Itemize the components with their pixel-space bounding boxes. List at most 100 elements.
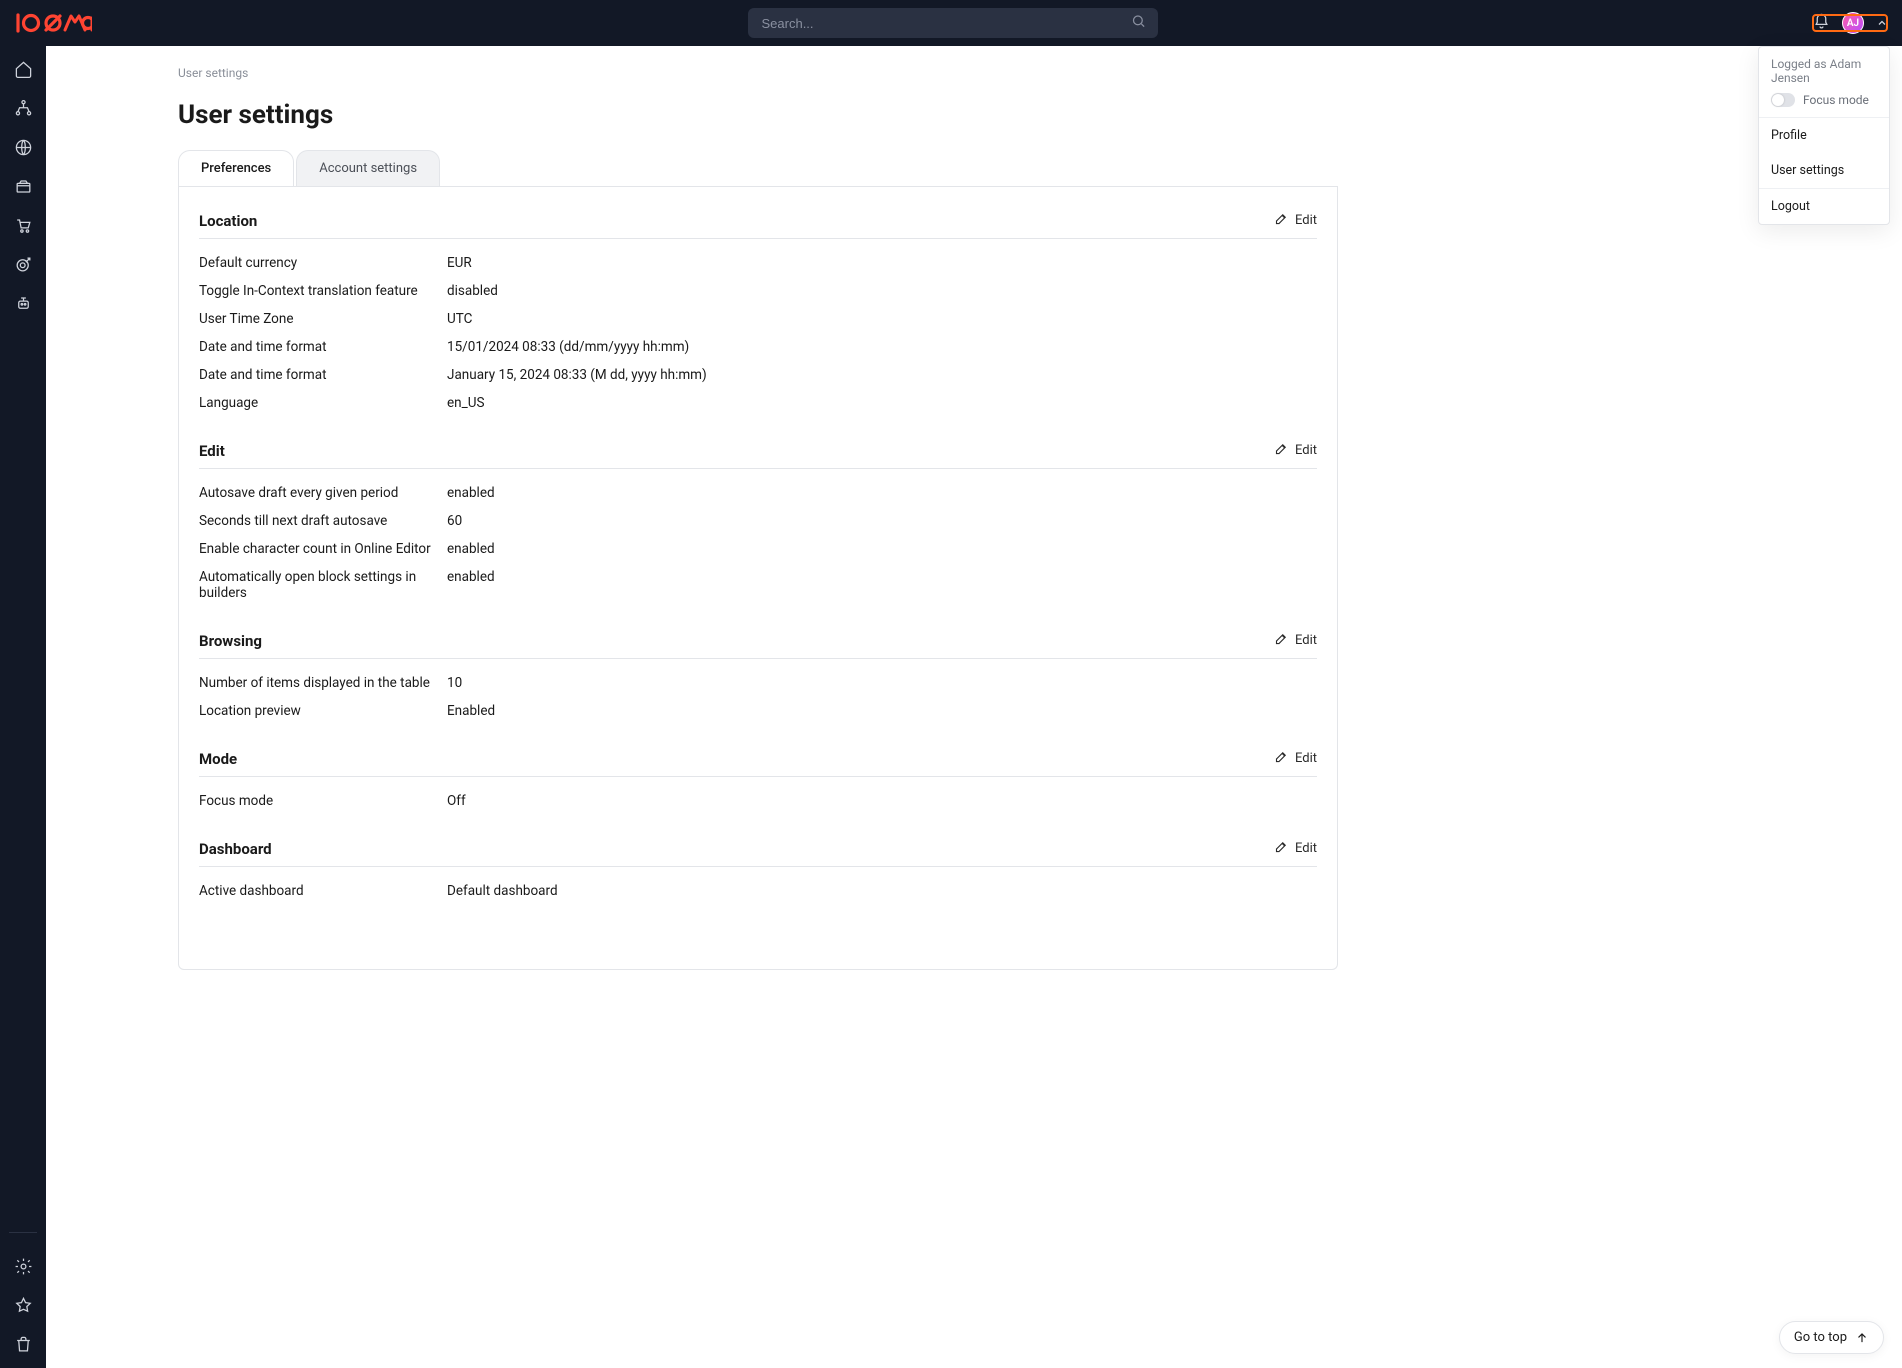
setting-label: Language — [199, 395, 447, 411]
preferences-panel: LocationEditDefault currencyEURToggle In… — [178, 187, 1338, 970]
section-title: Mode — [199, 750, 237, 768]
section-header: Dashboard Edit — [199, 839, 1317, 867]
trash-icon[interactable] — [0, 1335, 46, 1354]
search-input[interactable] — [748, 8, 1158, 38]
section-location: LocationEditDefault currencyEURToggle In… — [199, 211, 1317, 417]
setting-label: Location preview — [199, 703, 447, 719]
edit-button[interactable]: Edit — [1274, 211, 1317, 230]
chevron-up-icon[interactable] — [1876, 14, 1888, 33]
logo[interactable] — [14, 12, 92, 34]
setting-value: enabled — [447, 569, 495, 601]
section-title: Dashboard — [199, 840, 272, 858]
focus-mode-toggle[interactable] — [1771, 93, 1795, 107]
search-container — [748, 8, 1158, 38]
menu-item-user-settings[interactable]: User settings — [1759, 153, 1889, 188]
setting-value: January 15, 2024 08:33 (M dd, yyyy hh:mm… — [447, 367, 707, 383]
arrow-up-icon — [1855, 1331, 1869, 1345]
catalog-icon[interactable] — [0, 177, 46, 196]
edit-icon — [1274, 631, 1289, 650]
section-title: Browsing — [199, 632, 262, 650]
setting-value: disabled — [447, 283, 498, 299]
home-icon[interactable] — [0, 60, 46, 79]
setting-label: Autosave draft every given period — [199, 485, 447, 501]
tabs: Preferences Account settings — [178, 150, 1338, 187]
edit-label: Edit — [1295, 751, 1317, 766]
setting-label: Enable character count in Online Editor — [199, 541, 447, 557]
setting-row: Autosave draft every given periodenabled — [199, 479, 1317, 507]
section-dashboard: Dashboard Edit Active dashboardDefault das… — [199, 839, 1317, 905]
setting-label: Toggle In-Context translation feature — [199, 283, 447, 299]
topbar-right: AJ — [1813, 12, 1888, 34]
setting-label: Number of items displayed in the table — [199, 675, 447, 691]
section-header: Browsing Edit — [199, 631, 1317, 659]
main: User settings User settings Preferences … — [46, 46, 1902, 1368]
setting-row: Active dashboardDefault dashboard — [199, 877, 1317, 905]
setting-row: Focus modeOff — [199, 787, 1317, 815]
setting-value: EUR — [447, 255, 472, 271]
edit-label: Edit — [1295, 633, 1317, 648]
section-title: Edit — [199, 442, 225, 460]
sidebar — [0, 46, 46, 1368]
edit-icon — [1274, 211, 1289, 230]
section-header: Mode Edit — [199, 749, 1317, 777]
section-title: Location — [199, 212, 257, 230]
setting-row: Location previewEnabled — [199, 697, 1317, 725]
edit-label: Edit — [1295, 443, 1317, 458]
setting-row: Seconds till next draft autosave60 — [199, 507, 1317, 535]
setting-row: Enable character count in Online Editore… — [199, 535, 1317, 563]
gear-icon[interactable] — [0, 1257, 46, 1276]
menu-item-logout[interactable]: Logout — [1759, 189, 1889, 224]
edit-button[interactable]: Edit — [1274, 631, 1317, 650]
edit-icon — [1274, 441, 1289, 460]
setting-value: 15/01/2024 08:33 (dd/mm/yyyy hh:mm) — [447, 339, 689, 355]
setting-label: Active dashboard — [199, 883, 447, 899]
menu-item-profile[interactable]: Profile — [1759, 118, 1889, 153]
setting-value: Off — [447, 793, 466, 809]
edit-button[interactable]: Edit — [1274, 441, 1317, 460]
setting-row: Date and time format15/01/2024 08:33 (dd… — [199, 333, 1317, 361]
notifications-icon[interactable] — [1813, 13, 1830, 34]
edit-icon — [1274, 839, 1289, 858]
setting-value: en_US — [447, 395, 484, 411]
setting-value: 60 — [447, 513, 462, 529]
user-menu-header: Logged as Adam Jensen Focus mode — [1759, 47, 1889, 118]
setting-row: Date and time formatJanuary 15, 2024 08:… — [199, 361, 1317, 389]
setting-row: Number of items displayed in the table10 — [199, 669, 1317, 697]
setting-value: 10 — [447, 675, 462, 691]
setting-label: Automatically open block settings in bui… — [199, 569, 447, 601]
tree-icon[interactable] — [0, 99, 46, 118]
setting-label: Default currency — [199, 255, 447, 271]
globe-icon[interactable] — [0, 138, 46, 157]
go-to-top-button[interactable]: Go to top — [1779, 1321, 1884, 1354]
bot-icon[interactable] — [0, 294, 46, 313]
setting-value: enabled — [447, 541, 495, 557]
focus-mode-toggle-row[interactable]: Focus mode — [1771, 93, 1877, 107]
go-to-top-label: Go to top — [1794, 1330, 1847, 1345]
search-icon — [1131, 14, 1146, 33]
edit-button[interactable]: Edit — [1274, 839, 1317, 858]
cart-icon[interactable] — [0, 216, 46, 235]
star-icon[interactable] — [0, 1296, 46, 1315]
edit-icon — [1274, 749, 1289, 768]
edit-label: Edit — [1295, 841, 1317, 856]
edit-label: Edit — [1295, 213, 1317, 228]
setting-label: Date and time format — [199, 367, 447, 383]
breadcrumb: User settings — [178, 66, 1338, 80]
section-header: Edit Edit — [199, 441, 1317, 469]
setting-label: Seconds till next draft autosave — [199, 513, 447, 529]
setting-label: Focus mode — [199, 793, 447, 809]
setting-row: User Time ZoneUTC — [199, 305, 1317, 333]
edit-button[interactable]: Edit — [1274, 749, 1317, 768]
setting-row: Languageen_US — [199, 389, 1317, 417]
section-mode: Mode Edit Focus modeOff — [199, 749, 1317, 815]
user-menu: Logged as Adam Jensen Focus mode Profile… — [1758, 46, 1890, 225]
section-browsing: Browsing Edit Number of items displayed in… — [199, 631, 1317, 725]
setting-row: Automatically open block settings in bui… — [199, 563, 1317, 607]
user-avatar[interactable]: AJ — [1842, 12, 1864, 34]
setting-row: Toggle In-Context translation featuredis… — [199, 277, 1317, 305]
topbar: AJ — [0, 0, 1902, 46]
setting-value: Enabled — [447, 703, 495, 719]
tab-preferences[interactable]: Preferences — [178, 150, 294, 186]
tab-account-settings[interactable]: Account settings — [296, 150, 440, 186]
target-icon[interactable] — [0, 255, 46, 274]
